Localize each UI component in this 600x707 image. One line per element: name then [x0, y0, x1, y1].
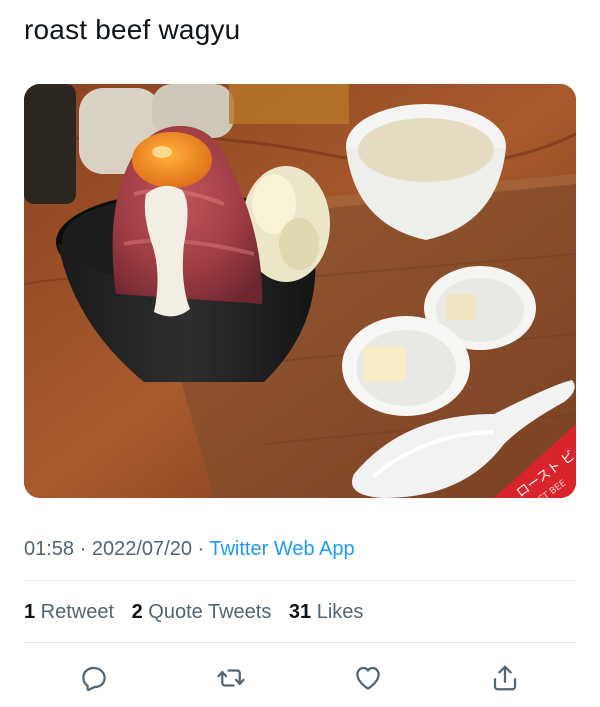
tweet-date[interactable]: 2022/07/20: [92, 538, 192, 560]
reply-icon: [82, 666, 106, 692]
tweet-photo[interactable]: ロースト ビ ー AST BEE: [24, 84, 576, 498]
roast-beef-bowl-photo: ロースト ビ ー AST BEE: [24, 84, 576, 498]
heart-icon: [356, 666, 380, 690]
retweets-stat[interactable]: 1 Retweet: [24, 601, 114, 623]
likes-count: 31: [288, 601, 312, 623]
like-button[interactable]: [346, 656, 390, 700]
quote-tweets-label: Quote Tweets: [142, 601, 272, 623]
retweet-icon: [217, 669, 245, 687]
tweet-source-link[interactable]: Twitter Web App: [209, 538, 354, 560]
likes-stat[interactable]: 31 Likes: [289, 601, 364, 623]
divider-top: [24, 580, 576, 581]
meta-separator: ·: [74, 538, 92, 560]
share-icon: [493, 665, 517, 691]
retweet-button[interactable]: [209, 656, 253, 700]
quote-tweets-stat[interactable]: 2 Quote Tweets: [132, 601, 272, 623]
share-button[interactable]: [483, 656, 527, 700]
retweets-count: 1: [24, 601, 36, 623]
tweet-metadata: 01:58 · 2022/07/20 · Twitter Web App: [24, 534, 355, 564]
tweet-text: roast beef wagyu: [24, 14, 241, 45]
tweet-detail: roast beef wagyu ロースト ビ ー AST BEE 01:58 …: [0, 0, 600, 707]
tweet-actions-bar: [0, 656, 600, 700]
divider-bottom: [24, 642, 576, 643]
quote-tweets-count: 2: [131, 601, 143, 623]
retweets-label: Retweet: [35, 601, 115, 623]
meta-separator: ·: [191, 538, 210, 560]
likes-label: Likes: [311, 601, 364, 623]
tweet-time[interactable]: 01:58: [24, 538, 74, 560]
engagement-stats: 1 Retweet 2 Quote Tweets 31 Likes: [24, 597, 375, 627]
reply-button[interactable]: [72, 656, 116, 700]
